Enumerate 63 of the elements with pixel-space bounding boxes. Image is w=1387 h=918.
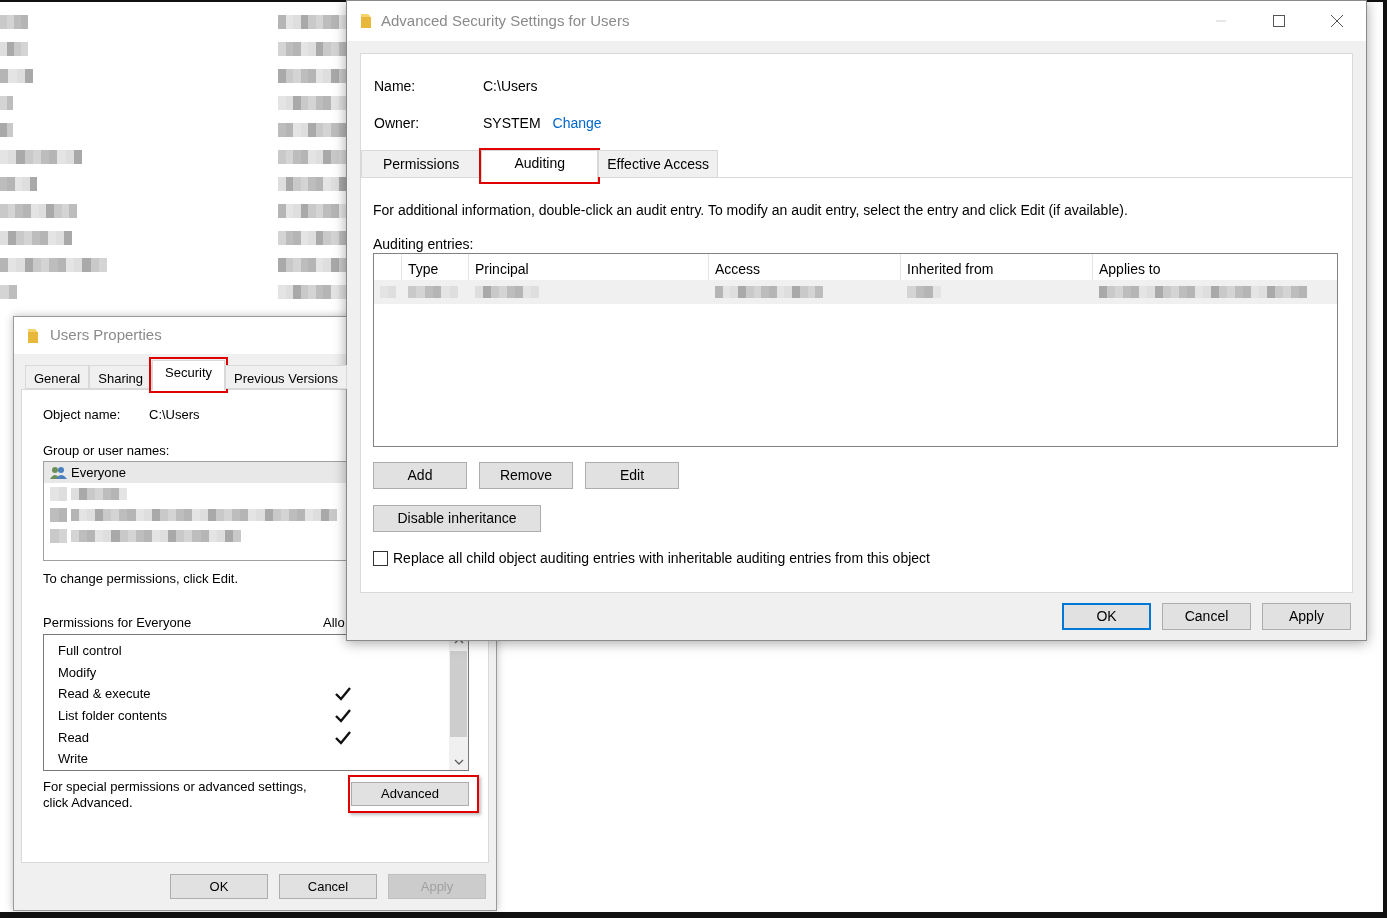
- dialog-button[interactable]: Cancel: [1162, 603, 1251, 630]
- tab[interactable]: Sharing: [89, 365, 153, 389]
- redacted-icon: [50, 507, 67, 522]
- dialog-button[interactable]: OK: [1062, 603, 1151, 630]
- hint-text: For special permissions or advanced settings, click Advanced.: [43, 779, 308, 811]
- tab[interactable]: Security: [152, 360, 226, 390]
- field-value: C:\Users: [483, 77, 538, 94]
- permission-name: Modify: [58, 663, 97, 682]
- redacted-text: [0, 69, 33, 83]
- permission-name: Full control: [58, 642, 122, 661]
- close-icon: [1331, 15, 1343, 27]
- redacted-text: [0, 123, 13, 137]
- advanced-button[interactable]: Advanced: [351, 782, 469, 806]
- dialog-button[interactable]: Apply: [1262, 603, 1351, 630]
- dialog-button[interactable]: Cancel: [279, 874, 377, 899]
- checkbox[interactable]: [373, 550, 388, 566]
- tab[interactable]: Previous Versions: [225, 365, 348, 389]
- redacted-text: [0, 231, 72, 245]
- field-label: Name:: [374, 77, 417, 94]
- checkbox-label: Replace all child object auditing entries with inheritable auditing entries from this object: [393, 548, 930, 568]
- tab[interactable]: General: [25, 365, 90, 389]
- folder-icon: [359, 12, 373, 30]
- redacted-text: [71, 487, 127, 500]
- redacted-text: [0, 15, 28, 29]
- tab[interactable]: Effective Access: [598, 150, 718, 177]
- entry-button[interactable]: Edit: [585, 462, 679, 489]
- redacted-text: [0, 177, 37, 191]
- dialog-button[interactable]: OK: [170, 874, 268, 899]
- column-header: Allo: [323, 614, 345, 632]
- redacted-text: [0, 285, 17, 299]
- redacted-text: [475, 286, 539, 298]
- field-value: C:\Users: [149, 406, 200, 422]
- entry-button[interactable]: Add: [373, 462, 467, 489]
- column-header[interactable]: Applies to: [1093, 254, 1333, 280]
- tab[interactable]: Auditing: [481, 150, 599, 182]
- permission-name: List folder contents: [58, 707, 168, 726]
- permission-name: Read & execute: [58, 685, 151, 704]
- redacted-icon: [50, 486, 67, 501]
- entry-button[interactable]: Remove: [479, 462, 573, 489]
- window-title: Advanced Security Settings for Users: [381, 10, 630, 31]
- info-text: For additional information, double-click an audit entry. To modify an audit entry, select the entry and click Edit (if available).: [373, 201, 1129, 218]
- tab[interactable]: Permissions: [361, 150, 482, 177]
- disable-inheritance-button[interactable]: Disable inheritance: [373, 505, 541, 532]
- redacted-text: [408, 286, 458, 298]
- table-row[interactable]: [374, 280, 1337, 304]
- maximize-icon: [1273, 15, 1285, 27]
- users-icon: [50, 465, 67, 480]
- field-label: Object name:: [43, 406, 122, 422]
- hint-text: To change permissions, click Edit.: [43, 570, 240, 586]
- field-value: SYSTEM: [483, 114, 541, 131]
- field-label: Owner:: [374, 114, 421, 131]
- section-label: Auditing entries:: [373, 235, 475, 252]
- permission-name: Read: [58, 728, 90, 747]
- section-label: Permissions for Everyone: [43, 615, 192, 630]
- permission-name: Write: [58, 750, 89, 769]
- change-link[interactable]: Change: [552, 113, 602, 131]
- redacted-text: [907, 286, 941, 298]
- redacted-icon: [50, 528, 67, 543]
- redacted-text: [0, 96, 13, 110]
- window-title: Users Properties: [50, 325, 162, 346]
- redacted-text: [0, 42, 28, 56]
- section-label: Group or user names:: [43, 442, 171, 458]
- folder-icon: [26, 326, 40, 345]
